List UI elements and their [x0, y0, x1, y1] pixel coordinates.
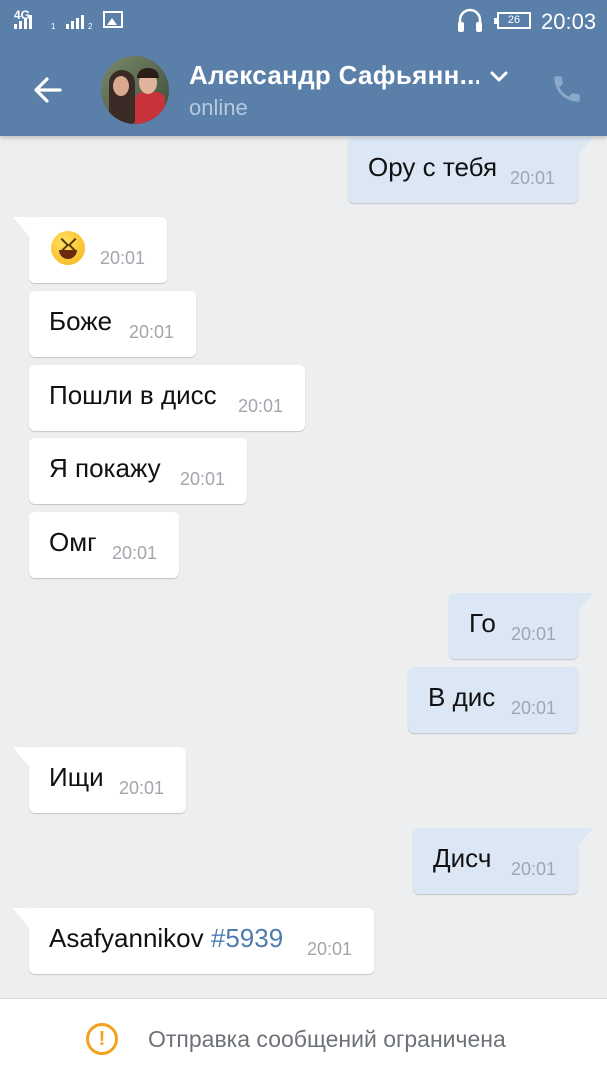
back-arrow-icon[interactable] — [30, 72, 66, 108]
status-bar: 4G 1 2 26 20:03 — [0, 0, 607, 44]
message-text: Ору с тебя — [368, 152, 498, 182]
hashtag-link[interactable]: #5939 — [211, 923, 283, 953]
signal-icon — [14, 13, 32, 29]
message-text: Asafyannikov #5939 — [49, 923, 283, 954]
message-text: Дисч — [433, 843, 492, 873]
message-text: Пошли в дисс — [49, 380, 217, 410]
footer-notice: ! Отправка сообщений ограничена — [0, 998, 607, 1081]
chevron-down-icon[interactable] — [486, 68, 512, 86]
message-incoming[interactable]: Ищи 20:01 — [13, 747, 186, 813]
message-text: Ищи — [49, 762, 104, 792]
sim1-label: 1 — [51, 22, 56, 31]
message-time: 20:01 — [307, 939, 353, 959]
signal-icon — [66, 13, 84, 29]
sim2-label: 2 — [88, 22, 93, 31]
message-incoming[interactable]: Омг 20:01 — [29, 512, 179, 578]
message-time: 20:01 — [511, 859, 557, 879]
message-time: 20:01 — [129, 322, 175, 342]
battery-icon: 26 — [494, 12, 531, 29]
message-outgoing[interactable]: Го 20:01 — [449, 593, 593, 659]
phone-icon[interactable] — [550, 72, 584, 106]
message-text: В дис — [428, 682, 496, 712]
message-time: 20:01 — [112, 543, 158, 563]
message-text: Омг — [49, 527, 97, 557]
status-time: 20:03 — [541, 9, 597, 34]
message-incoming[interactable]: Я покажу 20:01 — [29, 438, 247, 504]
message-time: 20:01 — [511, 698, 557, 718]
contact-name[interactable]: Александр Сафьянн... — [189, 60, 479, 91]
message-time: 20:01 — [100, 248, 146, 268]
message-outgoing[interactable]: Ору с тебя 20:01 — [348, 137, 593, 203]
message-text: Я покажу — [49, 453, 161, 483]
message-outgoing[interactable]: Дисч 20:01 — [413, 828, 593, 894]
message-time: 20:01 — [119, 778, 165, 798]
contact-status: online — [189, 95, 248, 120]
avatar[interactable] — [101, 56, 169, 124]
message-time: 20:01 — [510, 168, 556, 188]
message-text: Боже — [49, 306, 113, 336]
message-text-plain: Asafyannikov — [49, 923, 211, 953]
message-incoming[interactable]: Asafyannikov #5939 20:01 — [13, 908, 374, 974]
message-time: 20:01 — [511, 624, 557, 644]
image-icon — [103, 11, 123, 28]
warning-icon: ! — [86, 1023, 118, 1055]
notice-text: Отправка сообщений ограничена — [148, 1026, 506, 1052]
message-incoming[interactable]: Пошли в дисс 20:01 — [29, 365, 305, 431]
laughing-emoji-icon — [51, 231, 85, 265]
message-time: 20:01 — [238, 396, 284, 416]
message-incoming[interactable]: 20:01 — [13, 217, 167, 283]
message-text: Го — [469, 608, 496, 638]
message-time: 20:01 — [180, 469, 226, 489]
headphones-icon — [458, 8, 482, 32]
message-outgoing[interactable]: В дис 20:01 — [408, 667, 578, 733]
chat-header: Александр Сафьянн... online — [0, 44, 607, 136]
message-incoming[interactable]: Боже 20:01 — [29, 291, 196, 357]
